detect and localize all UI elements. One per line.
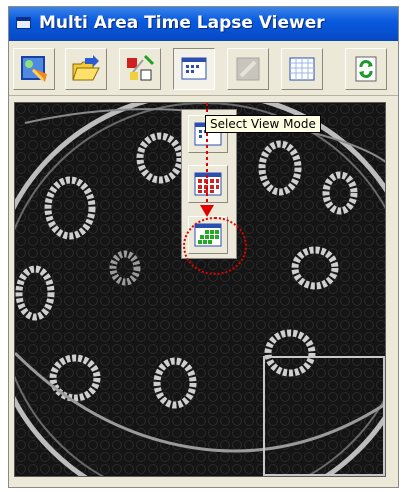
- folder-open-icon: [72, 55, 100, 81]
- view-mode-button[interactable]: [173, 48, 215, 90]
- grid-view-icon: [289, 57, 315, 81]
- refresh-button[interactable]: [345, 48, 387, 90]
- red-grid-view-option[interactable]: [188, 165, 228, 203]
- toolbar: [9, 43, 398, 96]
- area-setup-button[interactable]: [119, 48, 161, 90]
- title-bar[interactable]: Multi Area Time Lapse Viewer: [9, 7, 398, 41]
- zoom-inset-frame: [263, 356, 385, 476]
- view-mode-icon: [181, 57, 207, 80]
- disabled-image-icon: [236, 57, 260, 81]
- disabled-image-button[interactable]: [227, 48, 269, 90]
- select-view-mode-tooltip: Select View Mode: [205, 115, 321, 133]
- open-folder-button[interactable]: [65, 48, 107, 90]
- open-image-icon: [21, 56, 47, 82]
- red-grid-view-icon: [194, 172, 222, 196]
- time-lapse-viewer-window: Multi Area Time Lapse Viewer Select View…: [8, 6, 399, 488]
- refresh-icon: [355, 56, 377, 82]
- open-image-button[interactable]: [13, 48, 55, 90]
- window-icon: [16, 17, 31, 29]
- highlight-circle: [183, 217, 247, 275]
- window-title: Multi Area Time Lapse Viewer: [39, 13, 325, 33]
- grid-view-button[interactable]: [281, 48, 323, 90]
- area-setup-icon: [127, 54, 155, 81]
